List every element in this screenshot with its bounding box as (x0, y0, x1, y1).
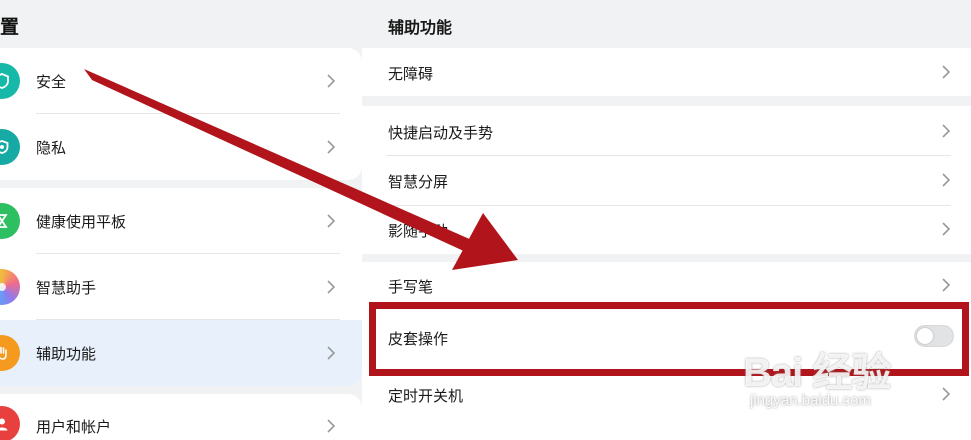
sidebar-title: 置 (0, 16, 20, 38)
page-title: 辅助功能 (388, 18, 453, 37)
chevron-right-icon (327, 214, 336, 228)
row-motion-control[interactable]: 影随手动 (362, 206, 971, 254)
sidebar-group-security: 安全 隐私 (0, 48, 362, 180)
sidebar-item-accessibility[interactable]: 辅助功能 (0, 320, 362, 386)
chevron-right-icon (327, 140, 336, 154)
row-accessibility[interactable]: 无障碍 (362, 48, 971, 96)
chevron-right-icon (327, 280, 336, 294)
sidebar-item-label: 辅助功能 (36, 345, 97, 363)
chevron-right-icon (942, 387, 951, 401)
chevron-right-icon (327, 346, 336, 360)
sidebar-item-label: 健康使用平板 (36, 213, 127, 231)
row-label: 影随手动 (388, 222, 449, 240)
hand-icon (0, 335, 20, 371)
row-label: 智慧分屏 (388, 173, 449, 191)
row-label: 无障碍 (388, 65, 434, 83)
sidebar-group-system: 健康使用平板 智慧助手 辅助功能 (0, 188, 362, 386)
sidebar-group-accounts: 用户和帐户 (0, 394, 362, 440)
sidebar-item-users-accounts[interactable]: 用户和帐户 (0, 394, 362, 440)
sidebar-item-label: 用户和帐户 (36, 418, 112, 436)
row-label: 定时开关机 (388, 387, 464, 405)
chevron-right-icon (942, 173, 951, 187)
user-icon (0, 406, 20, 440)
watermark-logo: Bai 经验 (743, 351, 891, 395)
chevron-right-icon (942, 222, 951, 236)
sidebar-item-label: 隐私 (36, 139, 67, 157)
sidebar-item-label: 安全 (36, 73, 67, 91)
detail-group-1: 无障碍 (362, 48, 971, 96)
chevron-right-icon (327, 419, 336, 433)
privacy-icon (0, 129, 20, 165)
chevron-right-icon (327, 74, 336, 88)
row-label: 快捷启动及手势 (388, 124, 494, 142)
sidebar-item-digital-balance[interactable]: 健康使用平板 (0, 188, 362, 254)
row-label: 手写笔 (388, 278, 434, 296)
hourglass-icon (0, 203, 20, 239)
sidebar-item-smart-assistant[interactable]: 智慧助手 (0, 254, 362, 320)
sidebar-item-label: 智慧助手 (36, 279, 97, 297)
chevron-right-icon (942, 278, 951, 292)
chevron-right-icon (942, 124, 951, 138)
chevron-right-icon (942, 65, 951, 79)
shield-icon (0, 63, 20, 99)
watermark-url: jingyan.baidu.com (750, 392, 871, 409)
assistant-icon (0, 269, 20, 305)
baidu-watermark: Bai 经验 jingyan.baidu.com (743, 340, 933, 420)
row-shortcuts-gestures[interactable]: 快捷启动及手势 (362, 106, 971, 156)
sidebar-item-security[interactable]: 安全 (0, 48, 362, 114)
detail-group-2: 快捷启动及手势 智慧分屏 影随手动 (362, 106, 971, 254)
sidebar-item-privacy[interactable]: 隐私 (0, 114, 362, 180)
row-split-screen[interactable]: 智慧分屏 (362, 156, 971, 206)
settings-sidebar: 置 安全 隐私 健康使用平板 智慧助手 辅助功能 用户和帐户 (0, 0, 362, 440)
